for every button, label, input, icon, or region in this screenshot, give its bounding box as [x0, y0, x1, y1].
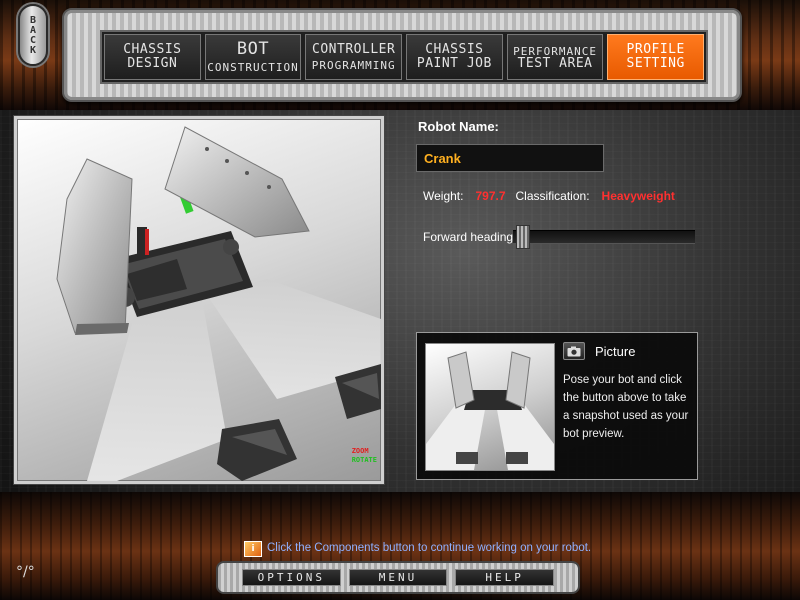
tab-chassis-paint-job[interactable]: CHASSIS PAINT JOB: [406, 34, 503, 80]
tab-label: PROGRAMMING: [311, 58, 396, 72]
tab-chassis-design[interactable]: CHASSIS DESIGN: [104, 34, 201, 80]
tab-bot-construction[interactable]: BOT CONSTRUCTION: [204, 34, 302, 80]
nav-tabs: CHASSIS DESIGN BOT CONSTRUCTION CONTROLL…: [100, 30, 708, 84]
tab-label: CONSTRUCTION: [207, 60, 299, 74]
weight-label: Weight:: [423, 189, 464, 203]
weight-value: 797.7: [475, 189, 506, 203]
nav-frame: CHASSIS DESIGN BOT CONSTRUCTION CONTROLL…: [62, 8, 742, 102]
help-button[interactable]: HELP: [455, 569, 555, 586]
status-message: Click the Components button to continue …: [267, 542, 592, 554]
slider-thumb[interactable]: [516, 225, 530, 249]
menu-button[interactable]: MENU: [348, 569, 448, 586]
tab-label: DESIGN: [127, 56, 178, 71]
picture-description: Pose your bot and click the button above…: [563, 374, 689, 440]
forward-heading-slider[interactable]: [513, 225, 695, 249]
tab-label: SETTING: [626, 56, 685, 71]
back-button[interactable]: BACK: [18, 4, 48, 66]
snapshot-button[interactable]: [563, 342, 585, 360]
rotate-hint: ROTATE: [351, 456, 377, 464]
view-controls-hint: ZOOM ROTATE: [352, 447, 377, 465]
classification-label: Classification:: [515, 189, 590, 203]
zoom-hint: ZOOM: [351, 447, 369, 455]
robot-name-label: Robot Name:: [418, 119, 499, 134]
tab-label: CHASSIS: [425, 42, 484, 58]
preview-render: [426, 351, 554, 470]
classification-value: Heavyweight: [601, 189, 675, 203]
back-label: BACK: [27, 15, 39, 55]
options-button[interactable]: OPTIONS: [242, 569, 341, 586]
tab-label: CONTROLLER: [312, 41, 396, 57]
picture-title: Picture: [595, 344, 636, 359]
tab-label: PROFILE: [626, 42, 685, 58]
tab-controller-programming[interactable]: CONTROLLER PROGRAMMING: [305, 34, 403, 80]
robot-stats: Weight: 797.7 Classification: Heavyweigh…: [423, 189, 675, 203]
camera-icon: [567, 346, 581, 356]
bot-preview-snapshot: [425, 343, 555, 471]
forward-heading-label: Forward heading:: [423, 230, 517, 244]
tab-performance-test-area[interactable]: PERFORMANCE TEST AREA: [506, 34, 604, 80]
robot-viewport[interactable]: ZOOM ROTATE: [14, 116, 384, 484]
robot-name-input[interactable]: [416, 144, 604, 172]
tab-label: CHASSIS: [123, 42, 182, 58]
tab-label: TEST AREA: [517, 56, 593, 72]
game-logo-icon: °/°: [16, 564, 35, 580]
tab-label: BOT: [236, 38, 270, 59]
info-icon: i: [244, 541, 262, 557]
robot-render: [56, 126, 381, 481]
picture-panel: Picture Pose your bot and click the butt…: [416, 332, 698, 480]
tab-profile-setting[interactable]: PROFILE SETTING: [607, 34, 705, 80]
bottom-menu: OPTIONS MENU HELP: [216, 561, 580, 594]
tab-label: PAINT JOB: [416, 56, 492, 71]
wheel-front: [217, 419, 297, 481]
